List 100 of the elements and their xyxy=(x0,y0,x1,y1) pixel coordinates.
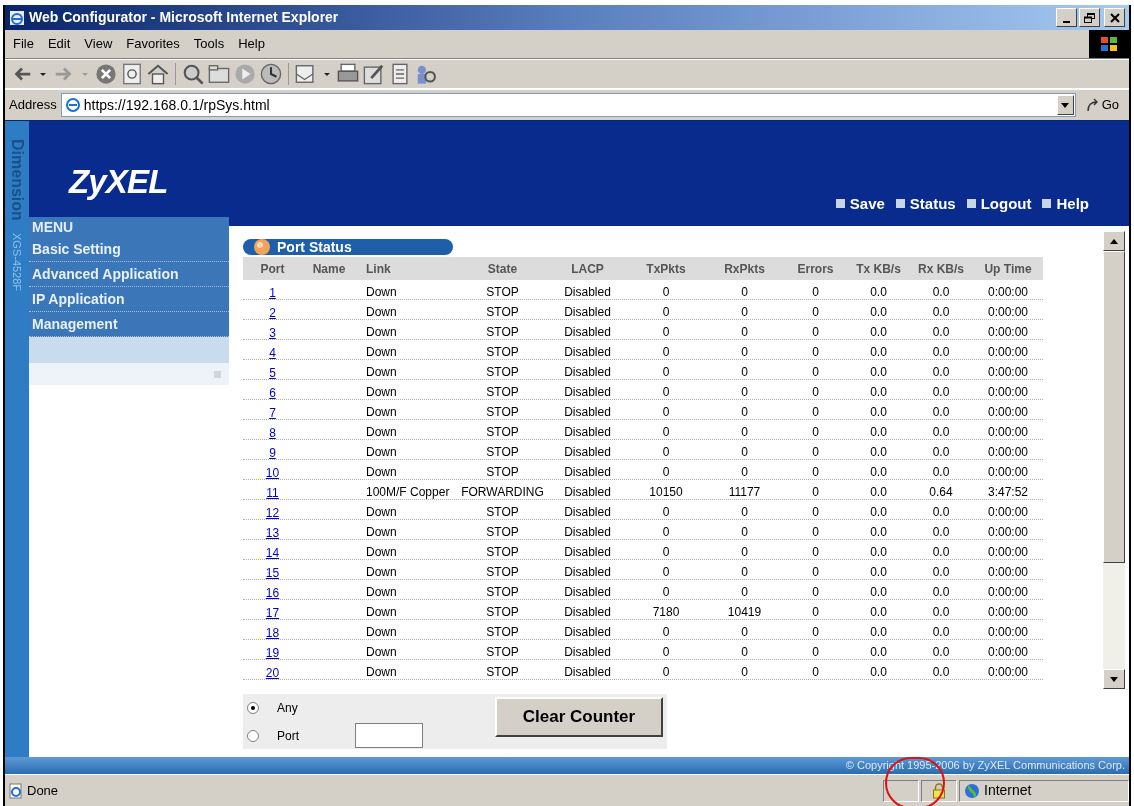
vertical-scrollbar[interactable] xyxy=(1103,231,1125,689)
table-cell-text: Down xyxy=(365,364,398,381)
table-cell-text: Disabled xyxy=(563,504,612,521)
radio-button[interactable] xyxy=(247,702,259,714)
printer-icon[interactable] xyxy=(337,63,359,85)
document-icon[interactable] xyxy=(389,63,411,85)
header-link[interactable]: Status xyxy=(894,192,956,215)
table-cell-text: Disabled xyxy=(563,544,612,561)
port-link[interactable]: 5 xyxy=(269,366,276,380)
column-header: Name xyxy=(311,260,347,278)
port-link[interactable]: 14 xyxy=(265,546,280,560)
table-cell-text: Disabled xyxy=(563,424,612,441)
scroll-thumb[interactable] xyxy=(1103,251,1125,563)
mail-icon[interactable] xyxy=(295,63,317,85)
people-icon[interactable] xyxy=(415,63,437,85)
table-cell-text: Disabled xyxy=(563,604,612,621)
port-link[interactable]: 4 xyxy=(269,346,276,360)
table-cell-text: 0.0 xyxy=(869,324,888,341)
table-cell-text: Disabled xyxy=(563,444,612,461)
table-cell-text: 0 xyxy=(740,644,749,661)
port-link[interactable]: 17 xyxy=(265,606,280,620)
radio-option[interactable]: Any xyxy=(247,699,298,717)
table-cell-text: 0.0 xyxy=(869,504,888,521)
edit-icon[interactable] xyxy=(363,63,385,85)
caret-icon xyxy=(1061,102,1070,108)
table-cell-text: Disabled xyxy=(563,404,612,421)
table-cell-text: STOP xyxy=(485,324,520,341)
header-link[interactable]: Logout xyxy=(965,192,1032,215)
history-icon[interactable] xyxy=(260,63,282,85)
menu-item[interactable]: View xyxy=(80,34,117,54)
dropdown-button[interactable] xyxy=(1056,95,1074,115)
folder-icon[interactable] xyxy=(208,63,230,85)
port-link[interactable]: 15 xyxy=(265,566,280,580)
menu-item[interactable]: Help xyxy=(234,34,269,54)
port-link[interactable]: 6 xyxy=(269,386,276,400)
scroll-up-button[interactable] xyxy=(1103,231,1125,251)
table-cell-text: 0.0 xyxy=(869,464,888,481)
menu-item[interactable]: IP Application xyxy=(29,287,229,312)
menu-item[interactable]: Favorites xyxy=(122,34,184,54)
table-cell-text: 0 xyxy=(661,364,671,381)
table-cell-text: 0.0 xyxy=(931,524,951,541)
table-cell-text: 0:00:00 xyxy=(986,624,1029,641)
restore-button[interactable] xyxy=(1079,8,1100,27)
port-link[interactable]: 13 xyxy=(265,526,280,540)
port-link[interactable]: 7 xyxy=(269,406,276,420)
search-icon[interactable] xyxy=(182,63,204,85)
radio-button[interactable] xyxy=(247,729,259,742)
port-link[interactable]: 16 xyxy=(265,586,280,600)
port-link[interactable]: 10 xyxy=(265,466,280,480)
table-cell-text: 0.0 xyxy=(931,584,951,601)
menu-item[interactable]: Basic Setting xyxy=(29,237,229,262)
port-link[interactable]: 2 xyxy=(269,306,276,320)
minimize-button[interactable] xyxy=(1056,8,1077,27)
scroll-down-button[interactable] xyxy=(1103,669,1125,689)
table-cell-text: STOP xyxy=(485,384,520,401)
table-cell-text: 0:00:00 xyxy=(986,544,1029,561)
close-button[interactable] xyxy=(1104,8,1125,27)
table-cell-text: Disabled xyxy=(563,304,612,321)
menu-item[interactable]: File xyxy=(9,34,38,54)
port-link[interactable]: 8 xyxy=(269,426,276,440)
port-link[interactable]: 11 xyxy=(266,486,279,500)
port-link[interactable]: 18 xyxy=(265,626,280,640)
port-link[interactable]: 19 xyxy=(265,646,280,660)
port-input-field[interactable] xyxy=(355,723,423,748)
port-link[interactable]: 12 xyxy=(265,506,280,520)
table-cell-text: 0 xyxy=(740,404,749,421)
port-link[interactable]: 9 xyxy=(269,446,276,460)
table-cell-text: Disabled xyxy=(563,644,612,661)
menu-item[interactable]: Edit xyxy=(43,34,75,54)
address-field[interactable]: https://192.168.0.1/rpSys.html xyxy=(60,93,1076,117)
table-cell-text: STOP xyxy=(485,424,520,441)
table-cell-text: STOP xyxy=(485,584,520,601)
table-cell-text: Down xyxy=(365,444,398,461)
port-link[interactable]: 3 xyxy=(269,326,276,340)
port-link[interactable]: 20 xyxy=(265,666,280,680)
refresh-icon[interactable] xyxy=(121,63,143,85)
table-cell-text: 0 xyxy=(740,344,749,361)
table-cell-text: 0 xyxy=(661,444,671,461)
table-cell-text: 0:00:00 xyxy=(986,444,1029,461)
radio-option[interactable]: Port xyxy=(247,726,299,745)
menu-item[interactable]: Advanced Application xyxy=(29,262,229,287)
table-cell-text: 0 xyxy=(661,344,671,361)
header-link[interactable]: Save xyxy=(834,192,885,215)
column-header: TxPkts xyxy=(645,260,687,278)
table-cell-text: Disabled xyxy=(563,664,612,681)
header-link[interactable]: Help xyxy=(1041,192,1089,215)
menu-item[interactable]: Tools xyxy=(189,34,229,54)
go-button[interactable]: Go xyxy=(1079,93,1125,117)
clear-counter-button[interactable]: Clear Counter xyxy=(495,697,663,737)
ie-icon xyxy=(9,9,25,26)
table-cell-text: Down xyxy=(365,564,398,581)
table-cell-text: Disabled xyxy=(563,464,612,481)
stop-icon[interactable] xyxy=(95,63,117,85)
go-arrow-icon xyxy=(1085,98,1100,112)
port-link[interactable]: 1 xyxy=(269,286,276,300)
table-cell-text: 0 xyxy=(811,484,820,501)
close-icon xyxy=(1109,12,1120,23)
table-cell-text: 3:47:52 xyxy=(986,484,1029,501)
table-cell-text: 0:00:00 xyxy=(986,384,1029,401)
down-caret-icon xyxy=(1110,676,1118,682)
